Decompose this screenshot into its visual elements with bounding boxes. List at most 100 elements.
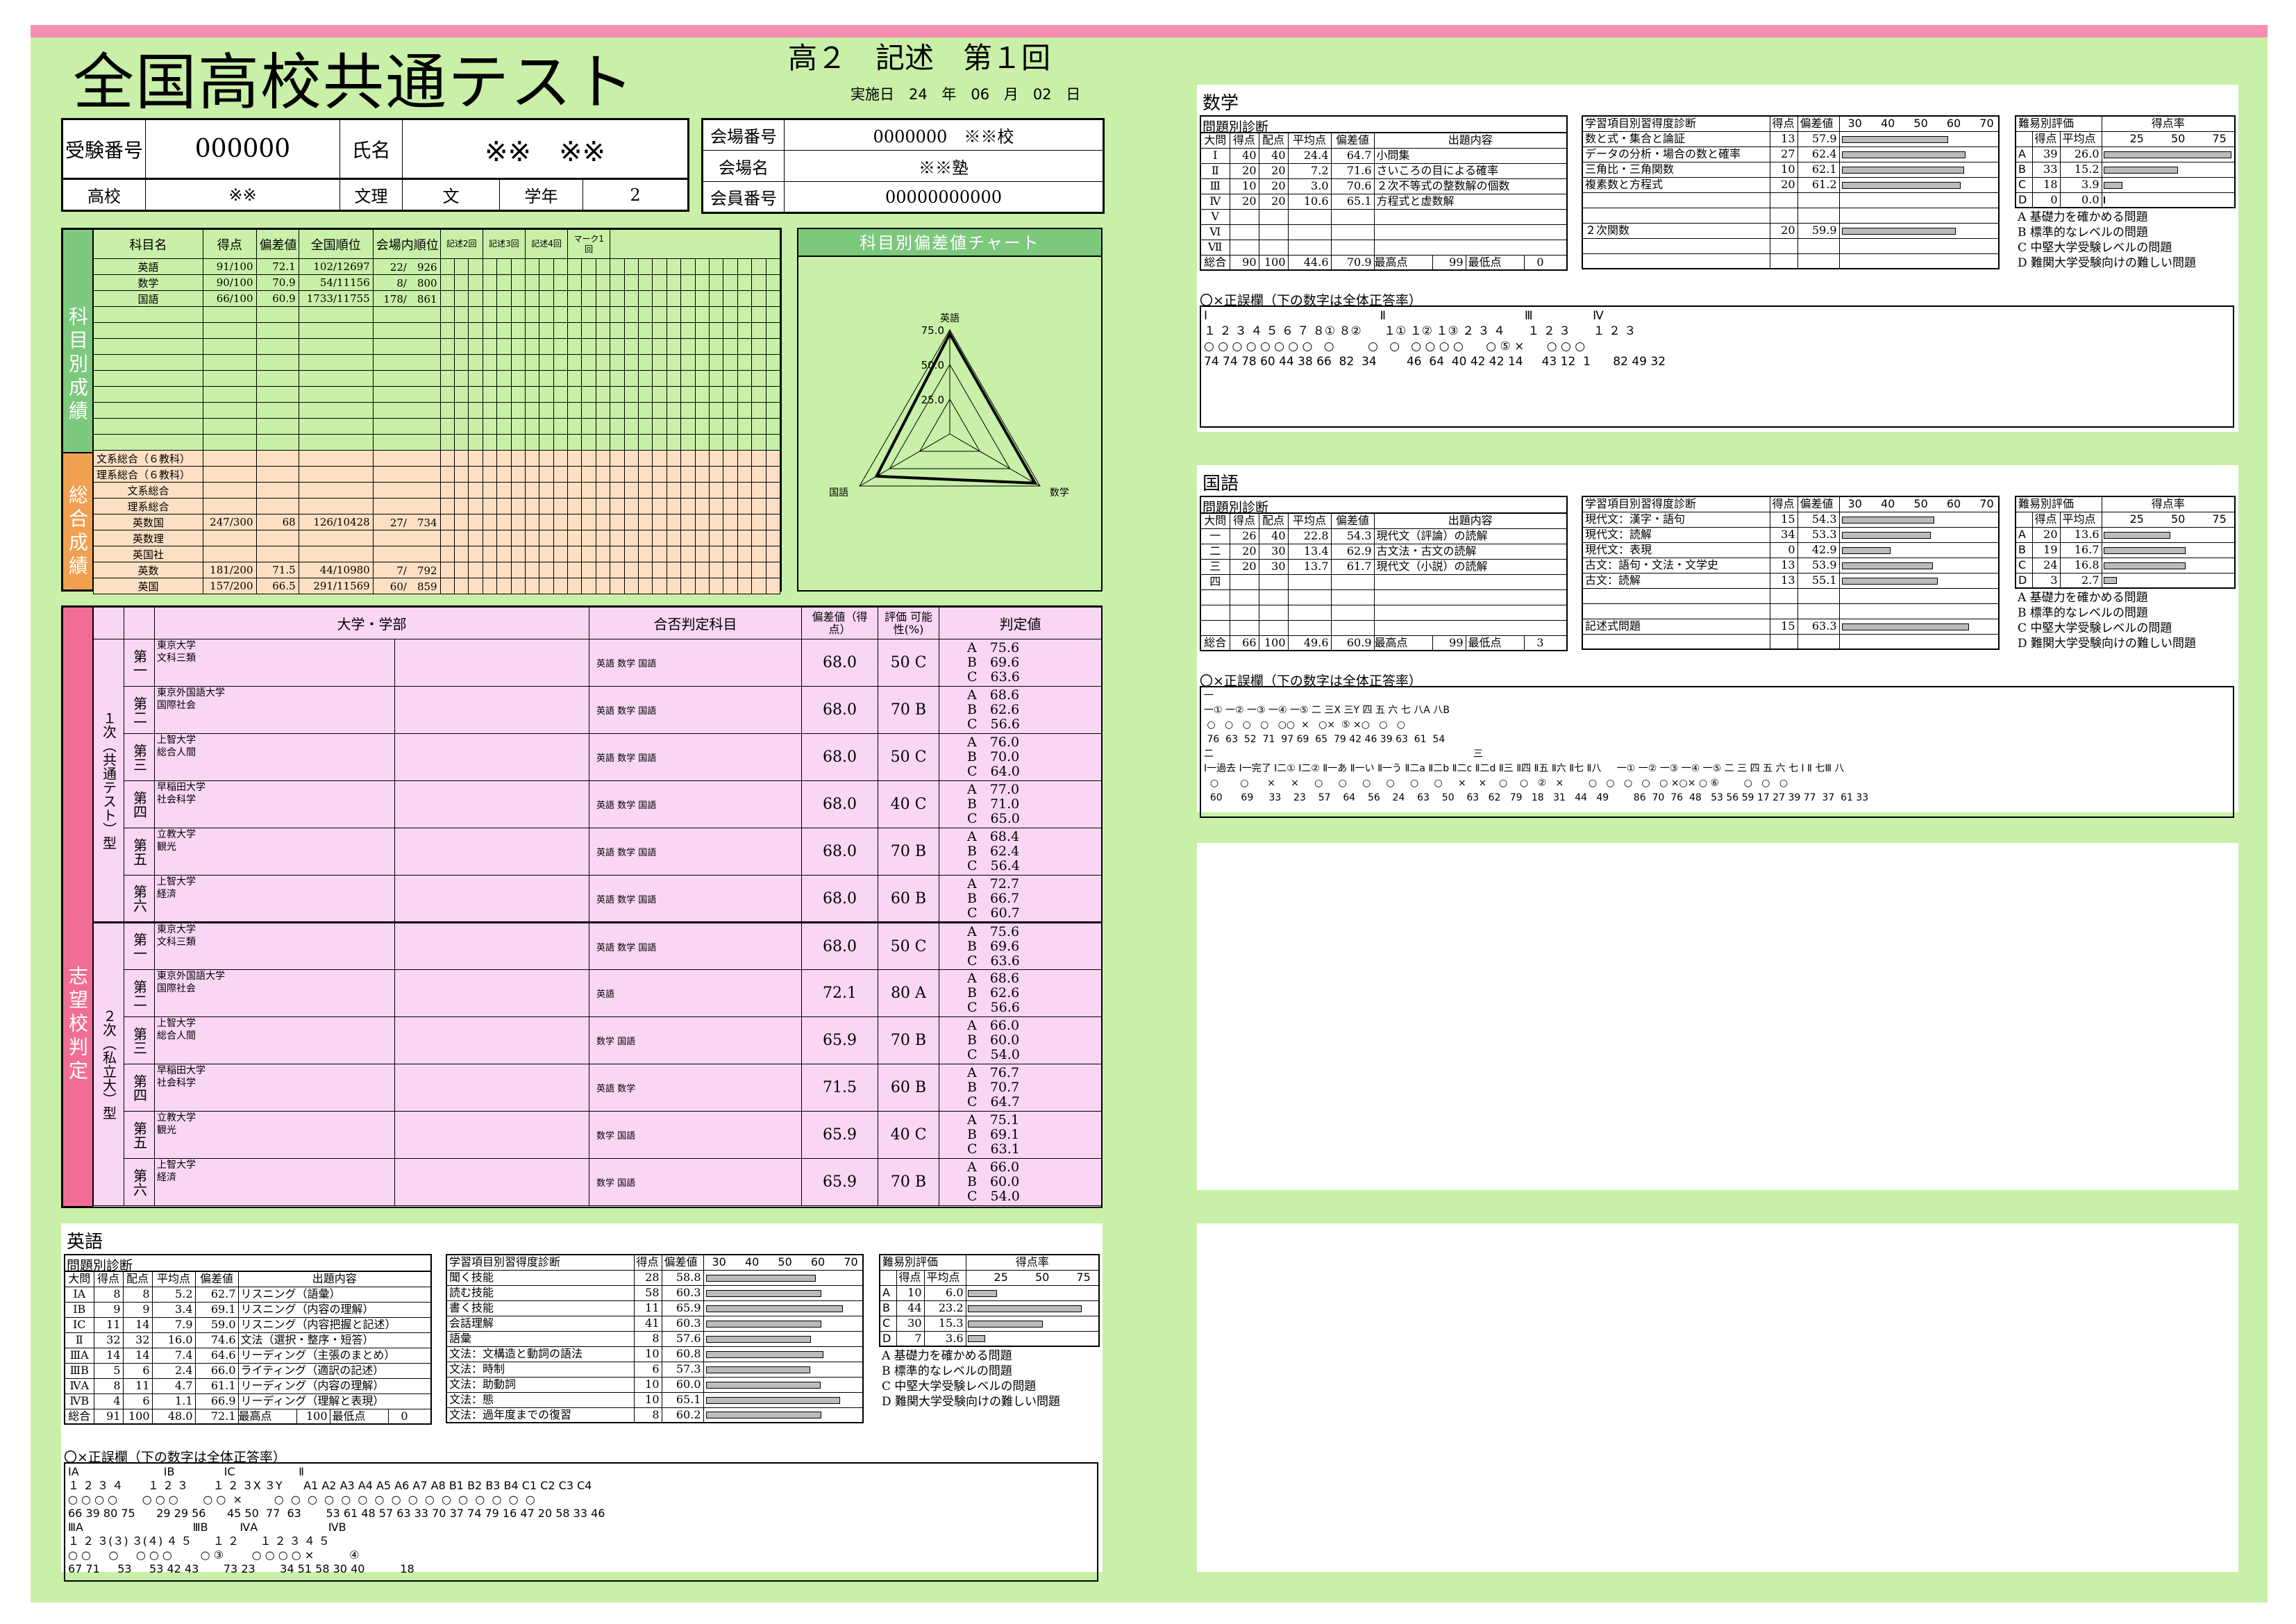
member-no: 00000000000 <box>784 181 1104 213</box>
sk-bar <box>1841 227 1956 235</box>
q-cell: ⅢA <box>64 1347 94 1364</box>
judge-subjects: 数学 国語 <box>589 1158 802 1206</box>
q-cell: Ⅰ <box>1200 147 1230 164</box>
grade-label: 学年 <box>499 179 583 211</box>
q-cell: 74.6 <box>194 1332 239 1348</box>
q-header: 得点 <box>1229 132 1259 149</box>
score-score <box>203 546 257 562</box>
score-score <box>203 530 257 546</box>
q-cell: 20 <box>1229 543 1259 560</box>
df-label: 難易別評価 <box>2015 496 2102 512</box>
q-total-cell: 66 <box>1229 635 1259 651</box>
university-name: 東京外国語大学 <box>157 687 225 698</box>
sk-item <box>1582 603 1770 619</box>
sk-item: 聞く技能 <box>446 1269 635 1286</box>
choice-rank: 第五 <box>124 828 155 876</box>
q-cell: 4 <box>93 1393 124 1409</box>
q-cell <box>1258 604 1289 621</box>
judge-value-a: A 75.6 <box>967 923 1020 939</box>
score-venue <box>372 466 441 483</box>
judge-deviation: 68.0 <box>801 639 878 687</box>
score-header: マーク1回 <box>567 229 611 259</box>
sk-scale: 30 40 50 60 70 <box>1838 115 2000 132</box>
track-label: 文理 <box>340 179 403 211</box>
q-cell <box>1373 604 1568 621</box>
q-cell <box>1258 224 1289 240</box>
department-name: 総合人間 <box>157 1030 196 1041</box>
department-name: 観光 <box>157 1125 176 1136</box>
department-name: 観光 <box>157 842 176 853</box>
q-total-cell: 91 <box>93 1408 124 1425</box>
judge-value-a: A 66.0 <box>967 1018 1020 1033</box>
exam-date: 実施日 24 年 06 月 02 日 <box>850 86 1081 103</box>
sk-item: 文法：過年度までの復習 <box>446 1407 635 1423</box>
english-panel: 英語 問題別診断 大問 得点 配点 平均点 偏差値 出題内容 ⅠA 8 8 5.2 62.7 リスニング（… <box>61 1223 1103 1582</box>
judge-subjects: 英語 数学 国語 <box>589 733 802 781</box>
math-ox-grid: Ⅰ Ⅱ Ⅲ Ⅳ １ ２ ３ ４ ５ ６ ７ ８① ８② １① １② １③ ２ ３… <box>1200 305 2234 428</box>
q-header: 平均点 <box>1287 512 1332 529</box>
judge-group-label: １次（共通テスト）型 <box>93 639 124 923</box>
venue-no-label: 会場番号 <box>702 119 785 151</box>
q-cell: 20 <box>1229 193 1259 210</box>
judge-header: 合否判定科目 <box>589 607 802 639</box>
score-venue: 7/ 792 <box>372 562 441 578</box>
q-cell: Ⅱ <box>1200 162 1230 179</box>
q-cell <box>1373 224 1568 240</box>
score-subject: 国語 <box>92 290 204 307</box>
judge-subjects: 数学 国語 <box>589 1111 802 1159</box>
blank-panel-1 <box>1197 843 2238 1190</box>
sk-item: 文法：態 <box>446 1391 635 1408</box>
q-total-cell: 60.9 <box>1330 635 1375 651</box>
q-cell: ライティング（適訳の記述） <box>237 1362 432 1379</box>
q-cell: Ⅲ <box>1200 178 1230 194</box>
judge-value-a: A 76.0 <box>967 735 1020 750</box>
score-venue <box>372 546 441 562</box>
judge-table: 大学・学部 合否判定科目 偏差値（得点） 評価 可能性(%) 判定値 １次（共通テスト）型… <box>93 607 1102 1206</box>
university-name: 上智大学 <box>157 735 196 746</box>
judge-subjects: 英語 数学 国語 <box>589 780 802 828</box>
score-dev <box>255 498 299 514</box>
judge-side-label: 志望校判定 <box>62 607 93 1207</box>
q-cell: 13.4 <box>1287 543 1332 560</box>
q-cell: 10.6 <box>1287 193 1332 210</box>
department-name: 国際社会 <box>157 700 196 711</box>
sk-bar <box>705 1289 822 1297</box>
judge-value-c: C 63.6 <box>967 669 1020 685</box>
q-cell: 7.9 <box>151 1316 196 1333</box>
judge-value-c: C 63.1 <box>967 1141 1020 1157</box>
q-cell <box>1287 604 1332 621</box>
score-subject: 文系総合 <box>92 482 204 499</box>
q-total-cell: 49.6 <box>1287 635 1332 651</box>
q-cell: 20 <box>1258 193 1289 210</box>
judge-value-b: B 70.7 <box>967 1080 1020 1095</box>
score-subject: 理系総合（６教科） <box>92 466 204 483</box>
df-label: 難易別評価 <box>879 1254 966 1271</box>
department-name: 総合人間 <box>157 747 196 758</box>
choice-rank: 第一 <box>124 639 155 687</box>
sk-label: 学習項目別習得度診断 <box>446 1254 635 1271</box>
q-cell: 二 <box>1200 543 1230 560</box>
sk-item: 書く技能 <box>446 1300 635 1316</box>
school-value: ※※ <box>145 179 340 211</box>
q-cell: 14 <box>122 1316 153 1333</box>
track-value: 文 <box>402 179 500 211</box>
judge-value-a: A 66.0 <box>967 1160 1020 1175</box>
sk-bar <box>705 1412 821 1419</box>
q-cell: ⅠC <box>64 1316 94 1333</box>
student-name: ※※ ※※ <box>402 119 689 179</box>
q-cell: 6 <box>122 1393 153 1409</box>
q-cell <box>1229 574 1259 590</box>
score-rank <box>298 498 374 514</box>
university-name: 東京大学 <box>157 924 196 936</box>
q-cell: ⅣB <box>64 1393 94 1409</box>
judge-value-b: B 70.0 <box>967 749 1020 764</box>
df-bar <box>2103 196 2105 204</box>
choice-rank: 第三 <box>124 1016 155 1064</box>
q-cell <box>1373 619 1568 636</box>
score-venue <box>372 498 441 514</box>
q-cell <box>1200 589 1230 605</box>
department-name: 文科三類 <box>157 937 196 948</box>
name-label: 氏名 <box>340 119 403 179</box>
q-header: 大問 <box>64 1271 94 1287</box>
judge-subjects: 英語 数学 <box>589 1064 802 1112</box>
